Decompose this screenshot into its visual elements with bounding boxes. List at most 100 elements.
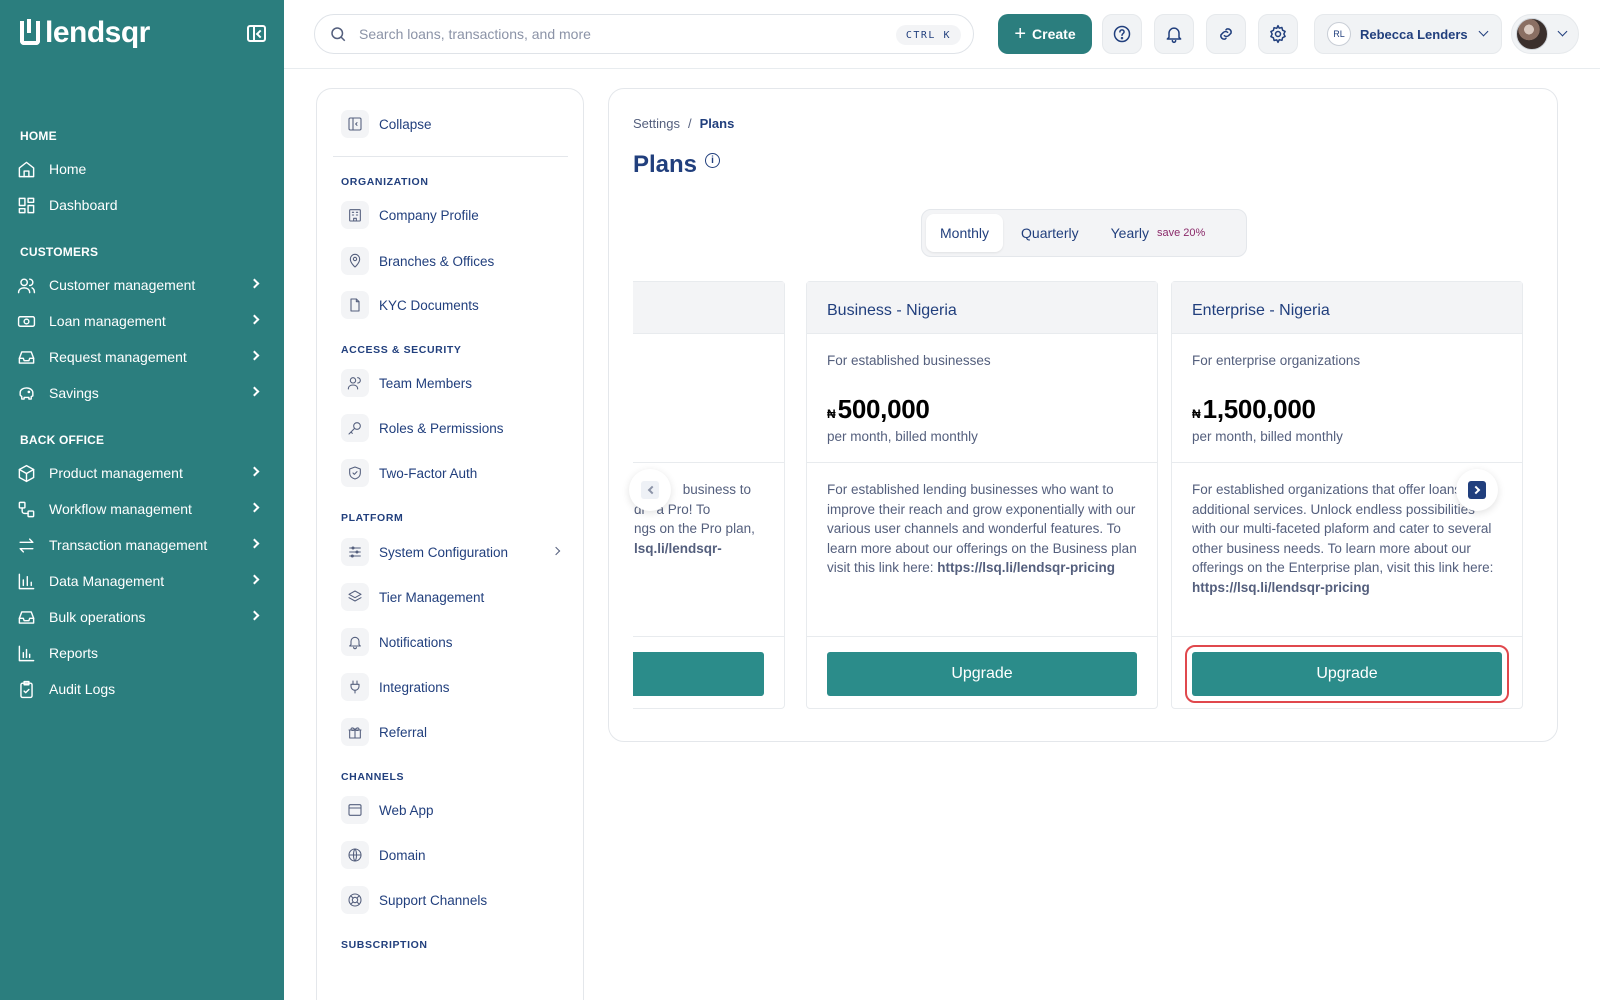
nav-item-reports[interactable]: Reports [16,638,268,668]
chevron-right-icon [551,546,561,556]
nav-item-label: Workflow management [49,501,192,517]
settings-item-team-members[interactable]: Team Members [341,367,571,399]
nav-item-workflow-management[interactable]: Workflow management [16,494,268,524]
gift-icon [341,718,369,746]
user-name: Rebecca Lenders [1360,26,1468,42]
plan-name: Business - Nigeria [807,282,1157,334]
nav-item-home[interactable]: Home [16,154,268,184]
currency-symbol: ₦ [1192,407,1201,421]
settings-item-referral[interactable]: Referral [341,716,571,748]
info-icon[interactable]: i [705,152,721,168]
nav-item-dashboard[interactable]: Dashboard [16,190,268,220]
user-menu[interactable]: RL Rebecca Lenders [1314,14,1502,54]
nav-item-request-management[interactable]: Request management [16,342,268,372]
plus-icon: + [1014,23,1027,45]
nav-item-data-management[interactable]: Data Management [16,566,268,596]
nav-item-label: Product management [49,465,183,481]
settings-item-integrations[interactable]: Integrations [341,671,571,703]
link-icon [1220,28,1232,40]
dashboard-icon [16,195,36,215]
settings-item-label: Integrations [379,679,450,695]
inbox-icon [16,347,36,367]
building-icon [341,201,369,229]
settings-item-label: Support Channels [379,892,488,908]
plans-carousel: kbusiness to dia Pro! To ngs on the Pro … [633,281,1537,721]
settings-item-label: KYC Documents [379,297,479,313]
nav-item-label: Dashboard [49,197,118,213]
settings-item-company-profile[interactable]: Company Profile [341,199,571,231]
document-icon [341,291,369,319]
settings-item-tier-management[interactable]: Tier Management [341,581,571,613]
lifebuoy-icon [341,886,369,914]
plan-price: ₦ 1,500,000 [1192,394,1316,425]
carousel-prev-button[interactable] [629,469,671,511]
breadcrumb-settings[interactable]: Settings [633,116,680,131]
page-title: Plans i [633,151,721,179]
search-shortcut-badge: CTRL K [895,25,961,45]
help-button[interactable] [1102,14,1142,54]
collapse-sidebar-icon[interactable] [247,25,266,42]
chevron-right-icon [249,278,260,289]
settings-item-label: Roles & Permissions [379,420,504,436]
settings-section-channels: CHANNELS [341,771,405,783]
settings-item-label: Team Members [379,375,473,391]
nav-item-audit-logs[interactable]: Audit Logs [16,674,268,704]
nav-item-label: Home [49,161,87,177]
settings-item-web-app[interactable]: Web App [341,794,571,826]
create-button[interactable]: + Create [998,14,1092,54]
upgrade-enterprise-button[interactable]: Upgrade [1185,645,1509,703]
upgrade-button-partial[interactable]: de [633,652,764,696]
settings-item-branches-offices[interactable]: Branches & Offices [341,245,571,277]
settings-item-label: System Configuration [379,544,509,560]
main-sidebar: lendsqr HOME Home Dashboard CUSTOMERS Cu… [0,0,284,1000]
notifications-button[interactable] [1154,14,1194,54]
period-quarterly[interactable]: Quarterly [1007,214,1093,252]
avatar [1516,18,1548,50]
settings-item-roles-permissions[interactable]: Roles & Permissions [341,412,571,444]
settings-button[interactable] [1258,14,1298,54]
chevron-left-icon [641,481,659,499]
nav-item-product-management[interactable]: Product management [16,458,268,488]
bar-chart-icon [16,571,36,591]
nav-item-label: Reports [49,645,99,661]
settings-item-domain[interactable]: Domain [341,839,571,871]
plan-card-business: Business - Nigeria For established busin… [806,281,1158,709]
chevron-right-icon [249,386,260,397]
nav-item-bulk-operations[interactable]: Bulk operations [16,602,268,632]
plan-pricing-link[interactable]: https://lsq.li/lendsqr-pricing [937,560,1115,575]
profile-menu[interactable] [1511,14,1579,54]
nav-item-loan-management[interactable]: Loan management [16,306,268,336]
users-icon [341,369,369,397]
divider [333,156,568,157]
nav-item-customer-management[interactable]: Customer management [16,270,268,300]
carousel-next-button[interactable] [1456,469,1498,511]
plan-pricing-link[interactable]: https://lsq.li/lendsqr-pricing [1192,580,1370,595]
period-yearly[interactable]: Yearly save 20% [1097,214,1220,252]
bell-icon [341,628,369,656]
shield-icon [341,459,369,487]
settings-item-label: Tier Management [379,589,485,605]
plan-header [633,282,784,334]
settings-item-notifications[interactable]: Notifications [341,626,571,658]
period-monthly[interactable]: Monthly [926,214,1004,252]
chevron-right-icon [249,574,260,585]
links-button[interactable] [1206,14,1246,54]
search-input[interactable] [359,26,859,42]
settings-item-kyc-documents[interactable]: KYC Documents [341,289,571,321]
settings-item-label: Referral [379,724,428,740]
global-search[interactable]: CTRL K [314,14,974,54]
money-icon [16,311,36,331]
settings-collapse[interactable]: Collapse [341,108,571,140]
settings-item-label: Branches & Offices [379,253,495,269]
nav-item-savings[interactable]: Savings [16,378,268,408]
settings-item-system-configuration[interactable]: System Configuration [341,536,571,568]
nav-item-transaction-management[interactable]: Transaction management [16,530,268,560]
search-icon [331,27,346,42]
location-pin-icon [341,247,369,275]
tray-icon [16,607,36,627]
upgrade-business-button[interactable]: Upgrade [827,652,1137,696]
brand-logo[interactable]: lendsqr [20,16,150,50]
nav-item-label: Audit Logs [49,681,116,697]
settings-item-support-channels[interactable]: Support Channels [341,884,571,916]
settings-item-two-factor[interactable]: Two-Factor Auth [341,457,571,489]
